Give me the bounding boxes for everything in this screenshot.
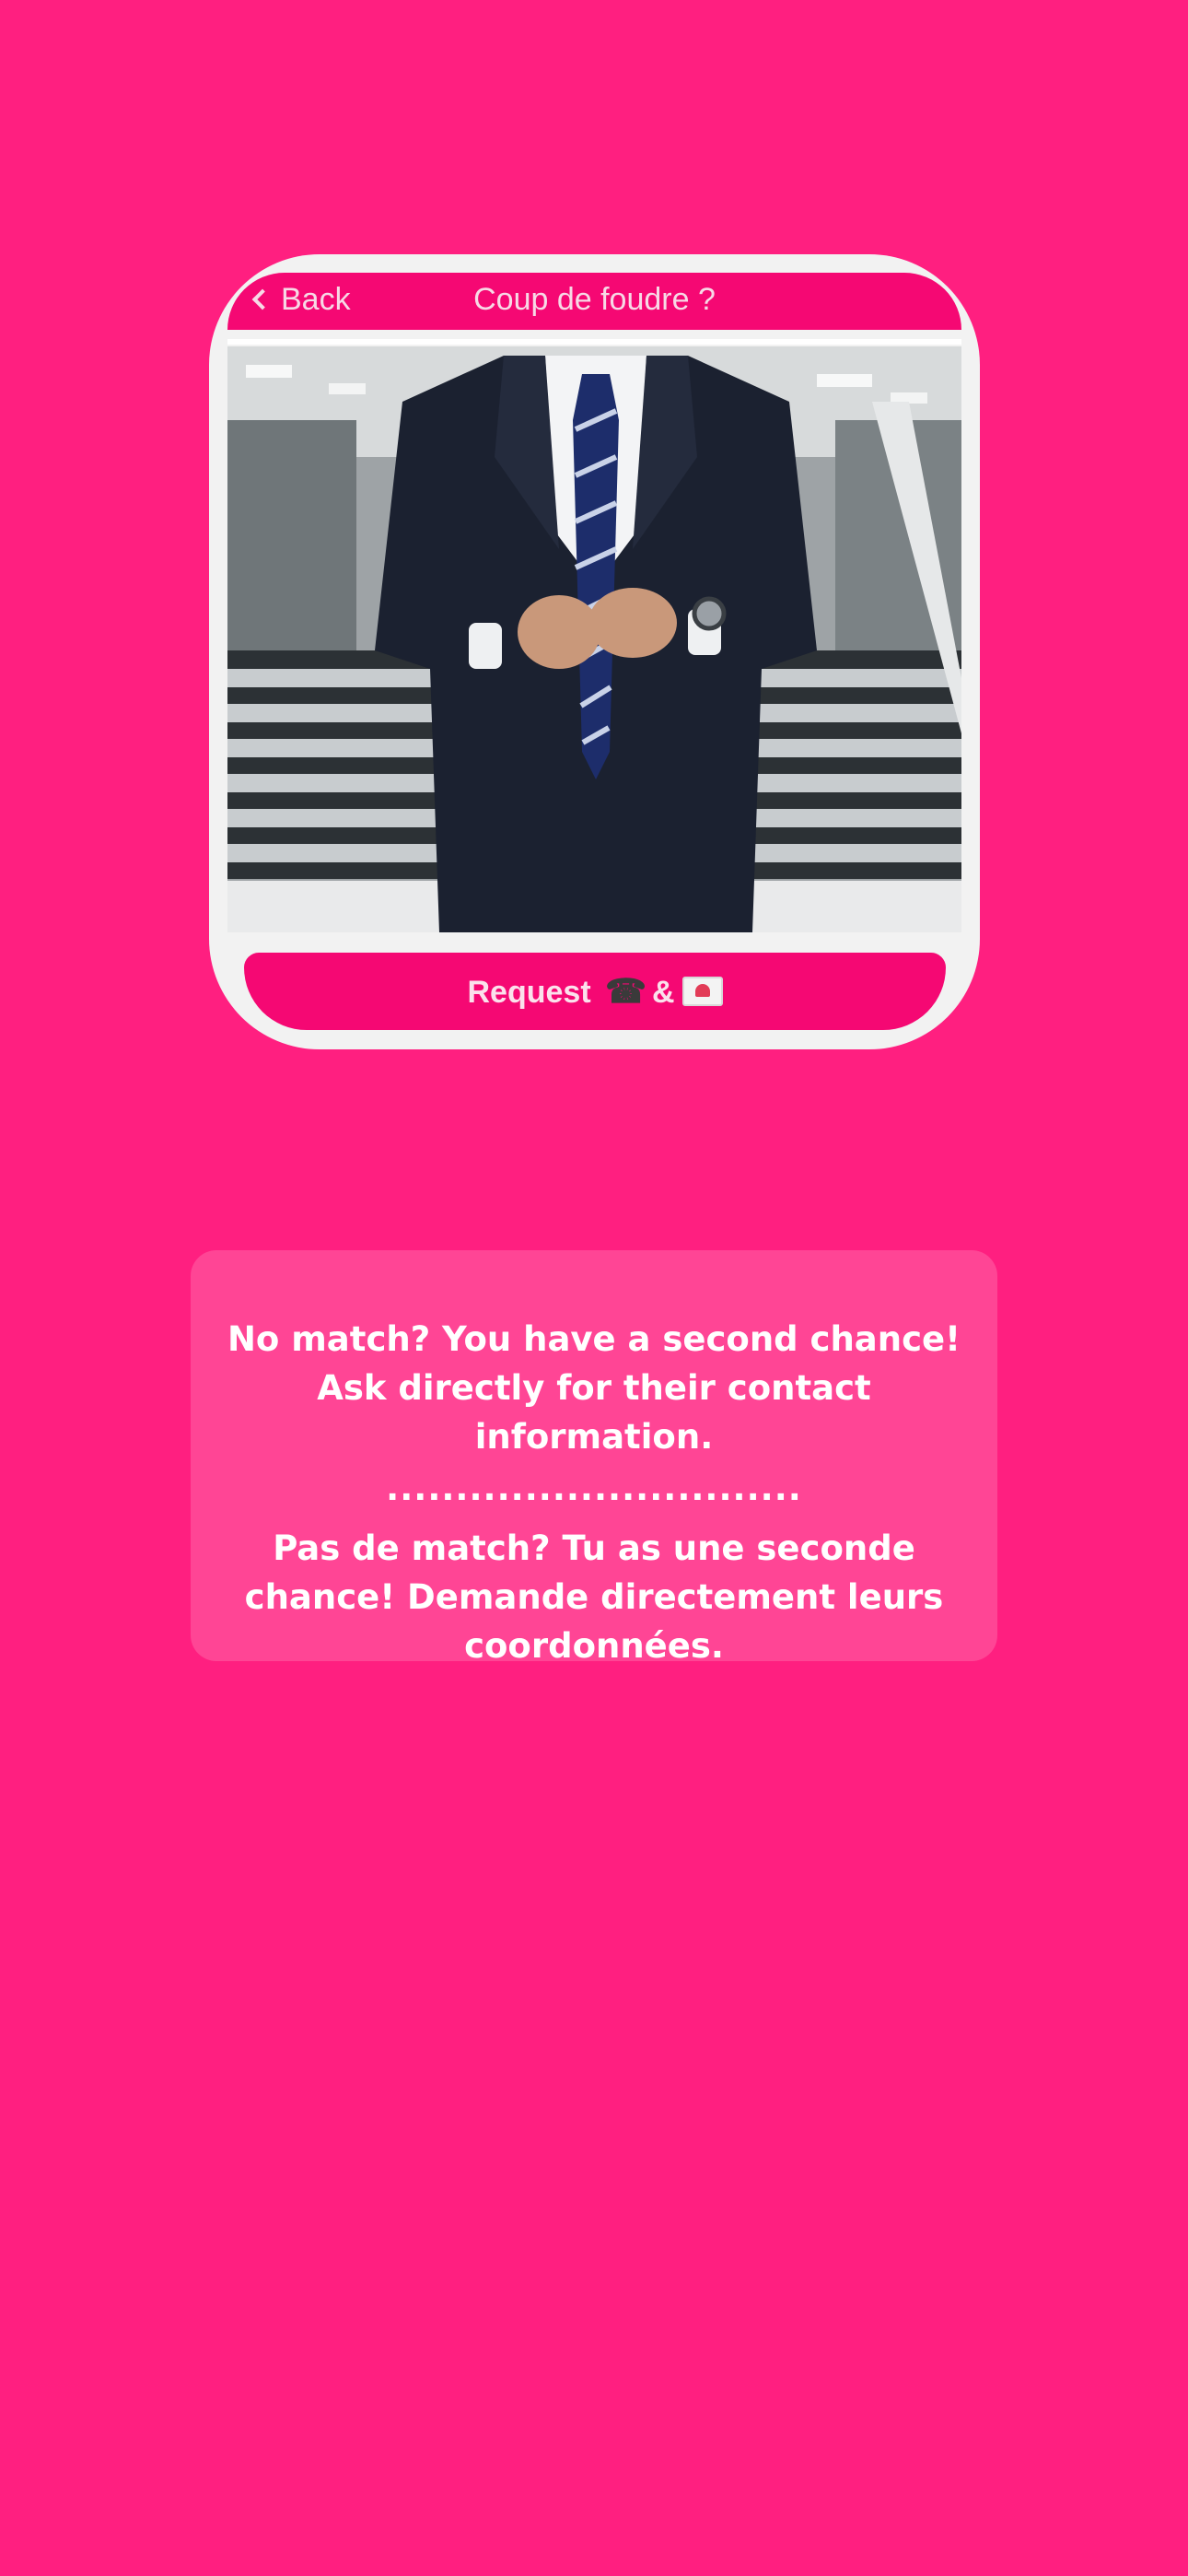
phone-icon: ☎ xyxy=(605,972,646,1010)
request-amp: & xyxy=(651,975,675,1010)
info-text-english: No match? You have a second chance! Ask … xyxy=(227,1319,961,1457)
request-label: Request xyxy=(467,975,591,1010)
request-contact-button[interactable]: Request ☎ & xyxy=(244,953,946,1030)
love-letter-icon xyxy=(681,977,723,1007)
phone-mockup-card: Back Coup de foudre ? Request ☎ & xyxy=(209,254,980,1049)
info-callout: No match? You have a second chance! Ask … xyxy=(191,1250,997,1666)
info-separator: .............................. xyxy=(386,1469,802,1508)
nav-title: Coup de foudre ? xyxy=(473,282,716,317)
nav-bar: Back Coup de foudre ? xyxy=(227,273,961,330)
info-text-french: Pas de match? Tu as une seconde chance! … xyxy=(244,1528,944,1666)
divider xyxy=(227,339,961,345)
profile-photo xyxy=(227,346,961,932)
